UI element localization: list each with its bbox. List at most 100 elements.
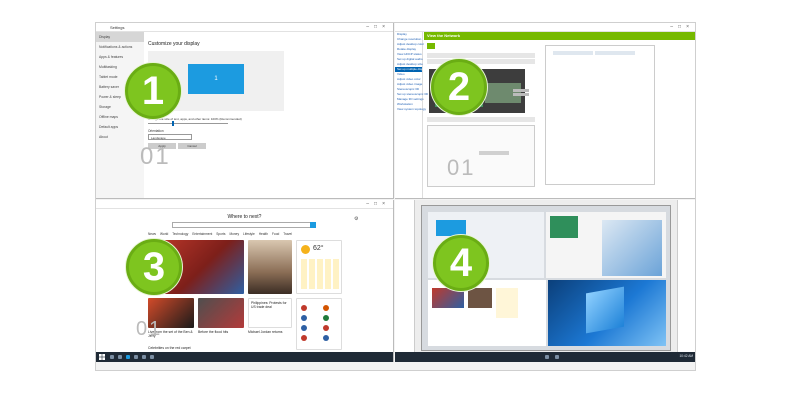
step-badge-1: 1	[125, 63, 181, 119]
tab-health[interactable]: Health	[259, 232, 268, 236]
details-panel	[545, 45, 655, 185]
taskbar-clock[interactable]: 10:42 AM	[680, 354, 693, 358]
taskbar-app-icon[interactable]	[110, 355, 114, 359]
stock-icon	[301, 305, 307, 311]
side-panel	[395, 200, 415, 352]
windows-logo-glow	[586, 286, 624, 334]
panel-tab[interactable]	[595, 51, 635, 55]
stock-icon	[323, 325, 329, 331]
nvidia-logo-icon	[427, 43, 435, 49]
settings-window-title: Settings	[110, 25, 125, 30]
settings-nav-item[interactable]: Display	[96, 32, 144, 42]
stock-widget[interactable]	[296, 298, 342, 350]
weather-widget[interactable]: 62°	[296, 240, 342, 294]
nvidia-brand-bar	[424, 32, 695, 40]
stock-icon	[323, 335, 329, 341]
tab-entertainment[interactable]: Entertainment	[192, 232, 212, 236]
story-image	[432, 288, 464, 308]
option-row[interactable]	[427, 117, 535, 122]
taskbar-app-icon[interactable]	[126, 355, 130, 359]
settings-nav: Display Notifications & actions Apps & f…	[96, 32, 144, 198]
monitor-tile-thumbnail	[436, 220, 466, 236]
tab-money[interactable]: Money	[229, 232, 239, 236]
form-field[interactable]	[479, 151, 509, 155]
window-controls[interactable]: –□×	[366, 201, 390, 207]
pen-doodle-digits: 01	[140, 143, 171, 170]
wallpaper-preview	[602, 220, 662, 276]
taskbar-app-icon[interactable]	[118, 355, 122, 359]
story-headline[interactable]: Michael Jordan returns	[248, 330, 292, 334]
settings-group-box	[427, 125, 535, 187]
stock-icon	[301, 325, 307, 331]
panel-section-title: View the Network	[427, 33, 461, 38]
settings-heading: Customize your display	[148, 41, 200, 47]
story-image[interactable]	[248, 240, 292, 294]
form-field[interactable]	[513, 93, 529, 96]
search-icon[interactable]	[310, 222, 316, 228]
forecast-row	[301, 259, 339, 289]
step-badge-2: 2	[431, 59, 487, 115]
step-badge-4: 4	[433, 235, 489, 291]
story-image[interactable]	[198, 298, 244, 328]
window-thumbnail[interactable]	[546, 212, 666, 278]
taskbar-app-icon[interactable]	[134, 355, 138, 359]
settings-nav-item[interactable]: About	[96, 132, 144, 142]
stock-icon	[301, 335, 307, 341]
taskbar: 10:42 AM	[395, 352, 695, 362]
taskbar	[96, 352, 393, 362]
window-thumbnail[interactable]	[428, 280, 546, 346]
taskbar-tray-icon[interactable]	[545, 355, 549, 359]
step-badge-3: 3	[126, 239, 182, 295]
settings-titlebar: Settings –□×	[96, 23, 393, 32]
stock-icon	[323, 305, 329, 311]
control-panel-window: –□× Display Change resolution Adjust des…	[395, 23, 695, 199]
text-size-slider-thumb[interactable]	[172, 121, 174, 126]
stock-icon	[301, 315, 307, 321]
story-image	[468, 288, 492, 308]
control-panel-titlebar: –□×	[395, 23, 695, 32]
stock-icon	[323, 315, 329, 321]
taskbar-tray-icon[interactable]	[555, 355, 559, 359]
panel-tab[interactable]	[553, 51, 593, 55]
tab-news[interactable]: News	[148, 232, 156, 236]
cancel-button[interactable]: Cancel	[178, 143, 206, 149]
windows-start-icon[interactable]	[99, 354, 105, 360]
tab-food[interactable]: Food	[272, 232, 279, 236]
screenshot-collage: Settings –□× Display Notifications & act…	[95, 22, 696, 371]
window-controls[interactable]: –□×	[366, 24, 390, 30]
sun-icon	[301, 245, 310, 254]
search-input[interactable]	[172, 222, 316, 228]
text-size-slider-track[interactable]	[148, 123, 228, 124]
new-tab-heading: Where to next?	[227, 214, 262, 220]
pen-doodle-digits: 01	[136, 318, 163, 340]
story-headline[interactable]: Celebrities on the red carpet	[148, 346, 244, 350]
tab-lifestyle[interactable]: Lifestyle	[243, 232, 255, 236]
task-tree: Display Change resolution Adjust desktop…	[395, 32, 429, 198]
taskbar-app-icon[interactable]	[150, 355, 154, 359]
option-row[interactable]	[427, 53, 535, 58]
news-category-tabs: News World Technology Entertainment Spor…	[148, 232, 292, 236]
settings-nav-item[interactable]: Apps & features	[96, 52, 144, 62]
tab-travel[interactable]: Travel	[283, 232, 292, 236]
pen-doodle-digits: 01	[447, 155, 476, 180]
settings-nav-item[interactable]: Default apps	[96, 122, 144, 132]
story-card[interactable]: Philippines: Protests for US trade deal	[248, 298, 292, 328]
orientation-label: Orientation	[148, 129, 164, 133]
display-block	[550, 216, 578, 238]
tab-technology[interactable]: Technology	[172, 232, 188, 236]
orientation-select[interactable]: Landscape	[148, 134, 192, 140]
taskbar-app-icon[interactable]	[142, 355, 146, 359]
tree-item[interactable]: View system topology	[395, 107, 426, 112]
browser-titlebar: –□×	[96, 200, 393, 209]
monitor-tile[interactable]: 1	[188, 64, 244, 94]
window-controls[interactable]: –□×	[670, 24, 694, 30]
tab-world[interactable]: World	[160, 232, 168, 236]
story-headline[interactable]: Before the flood hits	[198, 330, 244, 334]
story-headline: Philippines: Protests for US trade deal	[251, 301, 287, 310]
settings-gear-icon[interactable]: ⚙	[354, 216, 358, 222]
weather-widget	[496, 288, 518, 318]
windows-wallpaper	[548, 280, 666, 346]
settings-nav-item[interactable]: Notifications & actions	[96, 42, 144, 52]
tab-sports[interactable]: Sports	[216, 232, 225, 236]
form-field[interactable]	[513, 89, 529, 92]
